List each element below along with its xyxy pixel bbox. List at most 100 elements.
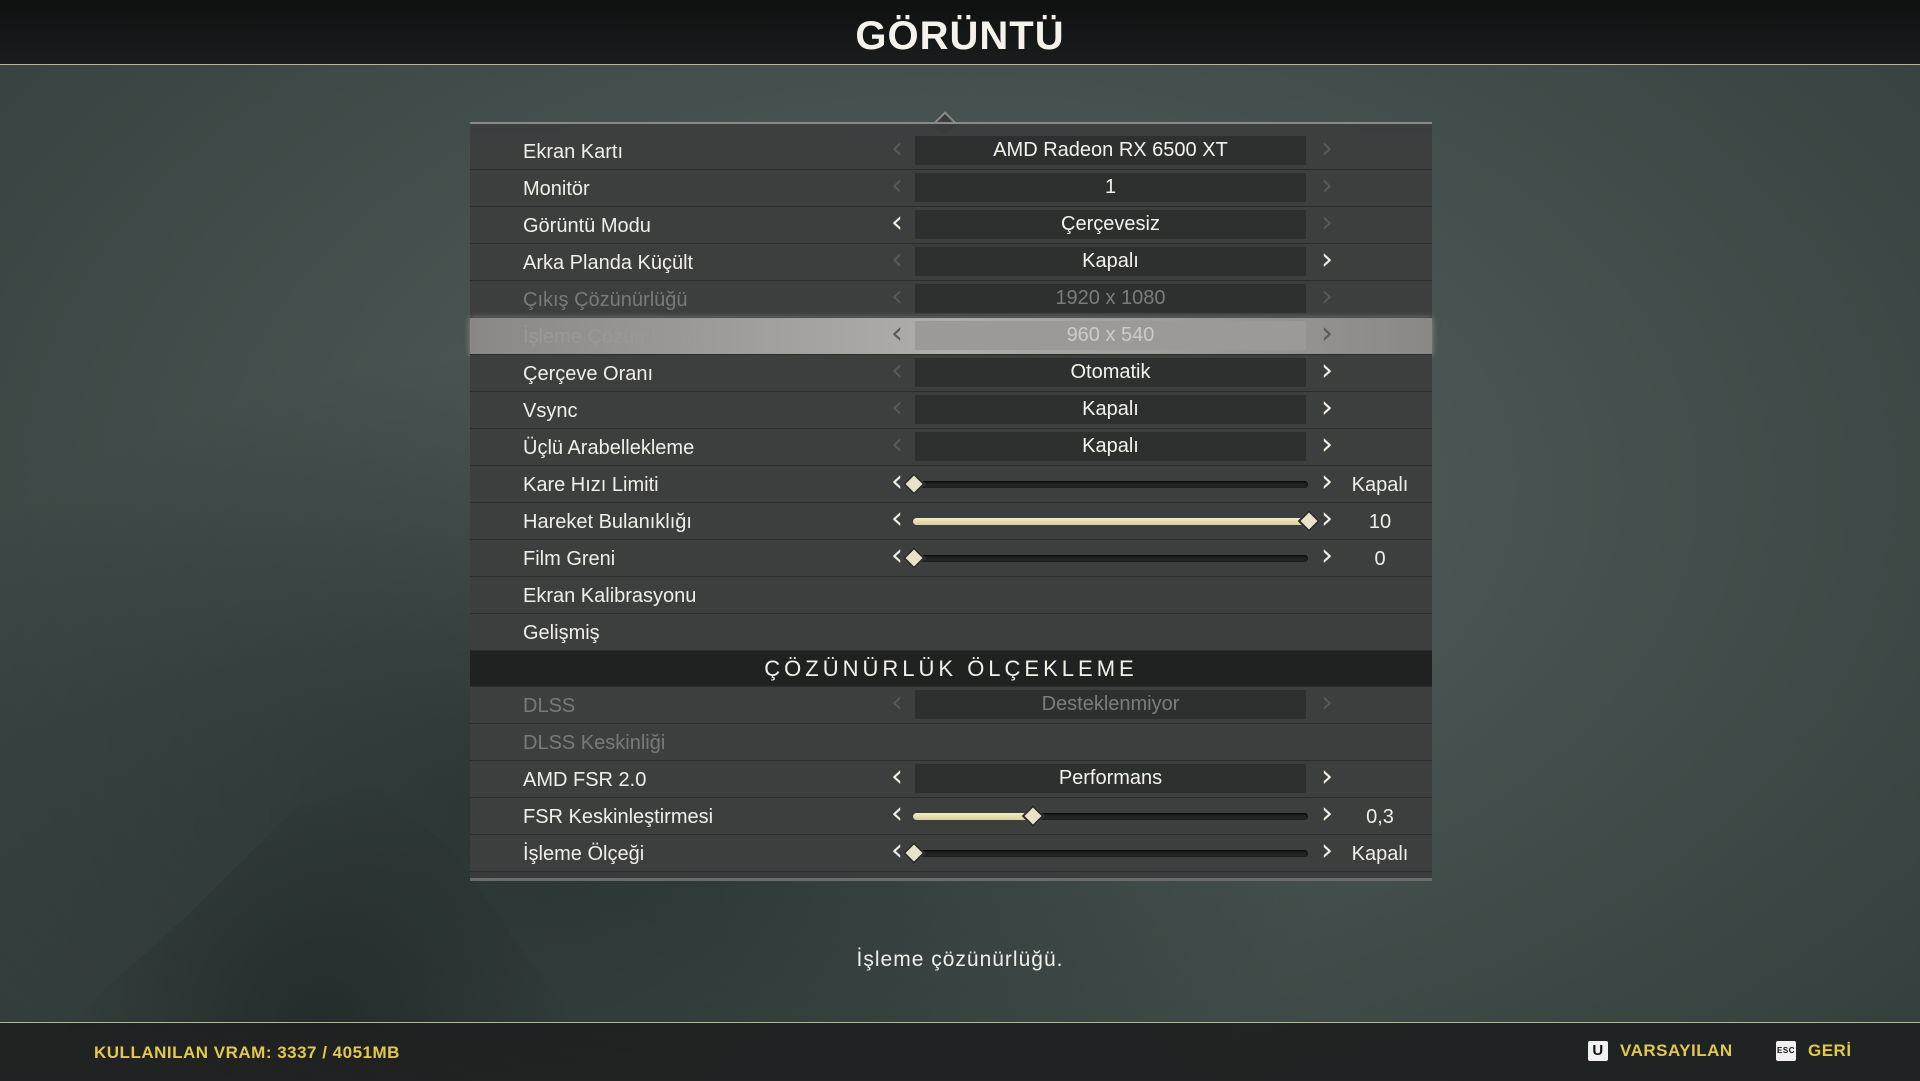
setting-row-dlss-keskinligi: DLSS Keskinliği <box>470 724 1432 761</box>
chevron-left-icon[interactable]: ‹ <box>887 356 907 387</box>
setting-row-isleme-olcegi[interactable]: İşleme Ölçeği ‹ › Kapalı <box>470 835 1432 872</box>
setting-value: AMD Radeon RX 6500 XT <box>915 136 1306 165</box>
setting-label: Ekran Kalibrasyonu <box>523 585 697 607</box>
chevron-right-icon[interactable]: › <box>1317 171 1337 202</box>
setting-value: Kapalı <box>915 432 1306 461</box>
esc-key-icon: ESC <box>1776 1041 1796 1061</box>
setting-label: Hareket Bulanıklığı <box>523 511 692 533</box>
slider-track[interactable] <box>902 546 1308 570</box>
chevron-right-icon[interactable]: › <box>1317 836 1337 867</box>
u-key-icon: U <box>1588 1041 1608 1061</box>
setting-row-ekran-kalibrasyonu[interactable]: Ekran Kalibrasyonu <box>470 577 1432 614</box>
back-button-label: GERİ <box>1808 1041 1852 1060</box>
setting-row-gelismis[interactable]: Gelişmiş <box>470 614 1432 651</box>
chevron-right-icon[interactable]: › <box>1317 430 1337 461</box>
chevron-right-icon[interactable]: › <box>1317 504 1337 535</box>
setting-row-fsr-keskinlestirmesi[interactable]: FSR Keskinleştirmesi ‹ › 0,3 <box>470 798 1432 835</box>
chevron-right-icon: › <box>1321 316 1333 351</box>
setting-label: DLSS <box>523 695 576 717</box>
chevron-left-icon[interactable]: ‹ <box>887 762 907 793</box>
setting-value: Desteklenmiyor <box>915 690 1306 719</box>
setting-row-cerceve-orani[interactable]: Çerçeve Oranı ‹ Otomatik › <box>470 355 1432 392</box>
chevron-left-icon[interactable]: ‹ <box>887 799 907 830</box>
setting-row-goruntu-modu[interactable]: Görüntü Modu ‹ Çerçevesiz › <box>470 207 1432 244</box>
slider-track[interactable] <box>913 509 1321 533</box>
setting-label: DLSS Keskinliği <box>523 732 666 754</box>
setting-row-hareket-bulanikligi[interactable]: Hareket Bulanıklığı ‹ › 10 <box>470 503 1432 540</box>
section-header-scaling: ÇÖZÜNÜRLÜK ÖLÇEKLEME <box>470 651 1432 687</box>
setting-row-kare-hizi-limiti[interactable]: Kare Hızı Limiti ‹ › Kapalı <box>470 466 1432 503</box>
slider-track[interactable] <box>902 841 1308 865</box>
chevron-left-icon[interactable]: ‹ <box>887 393 907 424</box>
chevron-left-icon[interactable]: ‹ <box>887 430 907 461</box>
slider-value: Kapalı <box>1351 474 1409 496</box>
chevron-left-icon: ‹ <box>891 685 903 720</box>
chevron-right-icon[interactable]: › <box>1317 208 1337 239</box>
chevron-left-icon[interactable]: ‹ <box>887 208 907 239</box>
setting-label: Kare Hızı Limiti <box>523 474 659 496</box>
setting-label: Çıkış Çözünürlüğü <box>523 289 688 311</box>
bottom-bar: KULLANILAN VRAM: 3337 / 4051MB U VARSAYI… <box>0 1022 1920 1081</box>
setting-row-isleme-cozunurlugu[interactable]: İşleme Çözünürlüğü ‹ 960 x 540 › <box>470 318 1432 355</box>
top-bar: GÖRÜNTÜ <box>0 0 1920 65</box>
slider-fill <box>913 518 1308 525</box>
chevron-right-icon[interactable]: › <box>1317 762 1337 793</box>
chevron-right-icon[interactable]: › <box>1317 393 1337 424</box>
setting-label: İşleme Çözünürlüğü <box>523 326 701 348</box>
chevron-right-icon: › <box>1321 685 1333 720</box>
setting-label: Çerçeve Oranı <box>523 363 654 385</box>
setting-label: Arka Planda Küçült <box>523 252 694 274</box>
chevron-left-icon: ‹ <box>891 316 903 351</box>
setting-label: İşleme Ölçeği <box>523 843 645 865</box>
setting-row-ekran-karti[interactable]: Ekran Kartı ‹ AMD Radeon RX 6500 XT › <box>470 133 1432 170</box>
setting-row-vsync[interactable]: Vsync ‹ Kapalı › <box>470 392 1432 429</box>
slider-track[interactable] <box>913 804 1308 828</box>
chevron-left-icon[interactable]: ‹ <box>887 171 907 202</box>
setting-row-uclu-arabellekleme[interactable]: Üçlü Arabellekleme ‹ Kapalı › <box>470 429 1432 466</box>
chevron-right-icon[interactable]: › <box>1317 541 1337 572</box>
slider-value: Kapalı <box>1351 843 1409 865</box>
setting-label: Monitör <box>523 178 590 200</box>
chevron-right-icon[interactable]: › <box>1317 356 1337 387</box>
setting-label: AMD FSR 2.0 <box>523 769 647 791</box>
back-button[interactable]: ESC GERİ <box>1776 1041 1852 1061</box>
slider-value: 0 <box>1374 548 1386 570</box>
chevron-right-icon[interactable]: › <box>1317 799 1337 830</box>
vram-usage: KULLANILAN VRAM: 3337 / 4051MB <box>94 1043 400 1062</box>
chevron-right-icon[interactable]: › <box>1317 467 1337 498</box>
setting-row-arka-planda-kucult[interactable]: Arka Planda Küçült ‹ Kapalı › <box>470 244 1432 281</box>
setting-value: 960 x 540 <box>915 321 1306 350</box>
slider-track[interactable] <box>902 472 1308 496</box>
page-title: GÖRÜNTÜ <box>855 14 1065 58</box>
chevron-left-icon[interactable]: ‹ <box>887 245 907 276</box>
setting-label: Üçlü Arabellekleme <box>523 437 695 459</box>
setting-value: Çerçevesiz <box>915 210 1306 239</box>
slider-handle[interactable] <box>1021 804 1044 828</box>
setting-label: Film Greni <box>523 548 616 570</box>
setting-row-monitor[interactable]: Monitör ‹ 1 › <box>470 170 1432 207</box>
chevron-left-icon[interactable]: ‹ <box>887 134 907 165</box>
default-button[interactable]: U VARSAYILAN <box>1588 1041 1733 1061</box>
setting-value: Performans <box>915 764 1306 793</box>
setting-row-amd-fsr[interactable]: AMD FSR 2.0 ‹ Performans › <box>470 761 1432 798</box>
settings-list: Ekran Kartı ‹ AMD Radeon RX 6500 XT › Mo… <box>470 133 1432 872</box>
setting-value: Kapalı <box>915 247 1306 276</box>
setting-row-film-greni[interactable]: Film Greni ‹ › 0 <box>470 540 1432 577</box>
slider-value: 10 <box>1368 511 1392 533</box>
setting-value: Kapalı <box>915 395 1306 424</box>
chevron-left-icon: ‹ <box>891 279 903 314</box>
chevron-left-icon[interactable]: ‹ <box>887 504 907 535</box>
setting-value: 1 <box>915 173 1306 202</box>
setting-value: Otomatik <box>915 358 1306 387</box>
setting-row-dlss: DLSS ‹ Desteklenmiyor › <box>470 687 1432 724</box>
setting-row-cikis-cozunurlugu: Çıkış Çözünürlüğü ‹ 1920 x 1080 › <box>470 281 1432 318</box>
chevron-right-icon[interactable]: › <box>1317 134 1337 165</box>
setting-label: Ekran Kartı <box>523 141 624 163</box>
setting-value: 1920 x 1080 <box>915 284 1306 313</box>
slider-value: 0,3 <box>1366 806 1394 828</box>
setting-label: Görüntü Modu <box>523 215 651 237</box>
default-button-label: VARSAYILAN <box>1620 1041 1733 1060</box>
setting-description: İşleme çözünürlüğü. <box>856 948 1064 971</box>
chevron-right-icon[interactable]: › <box>1317 245 1337 276</box>
setting-label: Gelişmiş <box>523 622 600 644</box>
